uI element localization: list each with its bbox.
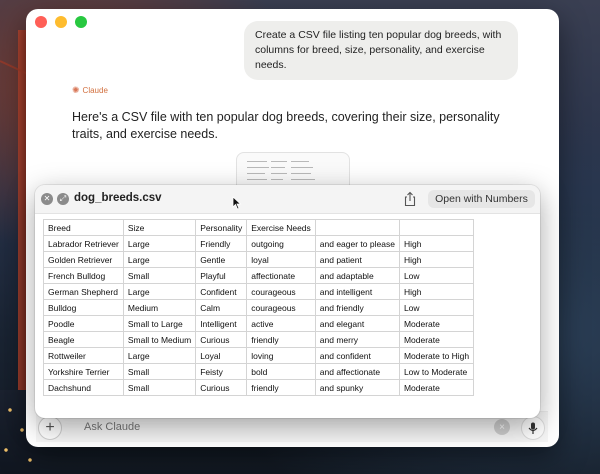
table-cell: courageous [246,283,316,300]
table-cell: Breed [43,219,124,236]
table-cell: Low [398,299,475,316]
table-cell: friendly [246,379,316,396]
table-cell: and elegant [314,315,400,332]
table-cell: French Bulldog [43,267,124,284]
table-cell: and friendly [314,299,400,316]
table-row: Poodle Small to Large Intelligent active and… [43,315,475,332]
table-cell: Dachshund [43,379,124,396]
window-controls [35,16,87,28]
table-cell: Large [122,347,197,364]
table-cell: Moderate [398,331,475,348]
table-cell: friendly [246,331,316,348]
table-cell: and confident [314,347,400,364]
table-cell: and adaptable [314,267,400,284]
table-row: Beagle Small to Medium Curious friendly and … [43,331,475,348]
table-cell: Feisty [195,363,248,380]
table-cell: Small [122,267,197,284]
table-cell: Moderate [398,315,475,332]
table-cell: Labrador Retriever [43,235,124,252]
table-cell: Friendly [195,235,248,252]
preview-filename: dog_breeds.csv [74,192,162,204]
table-cell: Intelligent [195,315,248,332]
table-cell: bold [246,363,316,380]
table-cell: Small [122,379,197,396]
table-cell: Large [122,283,197,300]
table-row: Rottweiler Large Loyal loving and confident M… [43,347,475,364]
table-cell: and affectionate [314,363,400,380]
table-cell: Playful [195,267,248,284]
table-cell: Small [122,363,197,380]
user-message: Create a CSV file listing ten popular do… [244,21,518,80]
close-window-button[interactable] [35,16,47,28]
claude-spark-icon: ✺ [72,85,80,95]
table-cell [398,219,475,236]
table-cell: loving [246,347,316,364]
table-cell: High [398,283,475,300]
table-cell: Large [122,251,197,268]
assistant-name: Claude [82,86,108,95]
table-cell: Beagle [43,331,124,348]
table-cell: Curious [195,379,248,396]
table-cell: Small to Large [122,315,197,332]
table-cell: Bulldog [43,299,124,316]
table-cell: Small to Medium [122,331,197,348]
preview-toolbar: ✕ ⤢ dog_breeds.csv Open with Numbers [35,185,540,214]
table-row: Golden Retriever Large Gentle loyal and pati… [43,251,475,268]
assistant-message: Here's a CSV file with ten popular dog b… [72,110,500,141]
table-cell: Rottweiler [43,347,124,364]
table-cell: and eager to please [314,235,400,252]
minimize-window-button[interactable] [55,16,67,28]
table-cell: Yorkshire Terrier [43,363,124,380]
assistant-header: ✺ Claude [72,85,108,96]
table-cell: Moderate to High [398,347,475,364]
table-cell: Loyal [195,347,248,364]
table-cell: Size [122,219,197,236]
table-cell: Golden Retriever [43,251,124,268]
share-icon[interactable] [403,191,417,207]
table-cell: Confident [195,283,248,300]
plus-icon[interactable]: + [38,416,62,440]
table-cell: and spunky [314,379,400,396]
table-cell: Curious [195,331,248,348]
table-cell: and patient [314,251,400,268]
table-row: French Bulldog Small Playful affectionate an… [43,267,475,284]
fullscreen-icon[interactable]: ⤢ [57,193,69,205]
table-row: Yorkshire Terrier Small Feisty bold and affe… [43,363,475,380]
quick-look-preview: ✕ ⤢ dog_breeds.csv Open with Numbers Bre… [35,185,540,418]
table-cell: Low to Moderate [398,363,475,380]
microphone-icon[interactable] [521,416,545,440]
table-row: Dachshund Small Curious friendly and spunky M… [43,379,475,396]
table-cell: German Shepherd [43,283,124,300]
table-cell: and merry [314,331,400,348]
table-cell: Moderate [398,379,475,396]
table-row: German Shepherd Large Confident courageous a… [43,283,475,300]
table-cell: Poodle [43,315,124,332]
table-cell: Gentle [195,251,248,268]
table-cell: Calm [195,299,248,316]
table-cell: loyal [246,251,316,268]
table-cell: outgoing [246,235,316,252]
table-row: Bulldog Medium Calm courageous and friendly L… [43,299,475,316]
table-cell: Exercise Needs [246,219,316,236]
table-cell: active [246,315,316,332]
table-header-row: Breed Size Personality Exercise Needs [43,219,475,236]
table-cell: Medium [122,299,197,316]
message-input[interactable] [72,415,492,439]
table-cell: affectionate [246,267,316,284]
open-with-numbers-button[interactable]: Open with Numbers [428,190,535,208]
table-cell: Low [398,267,475,284]
table-cell: High [398,251,475,268]
table-cell: courageous [246,299,316,316]
zoom-window-button[interactable] [75,16,87,28]
table-cell [314,219,400,236]
clear-icon[interactable]: × [494,419,510,435]
table-row: Labrador Retriever Large Friendly outgoing a… [43,235,475,252]
table-cell: Large [122,235,197,252]
close-icon[interactable]: ✕ [41,193,53,205]
table-cell: High [398,235,475,252]
table-cell: and intelligent [314,283,400,300]
table-cell: Personality [195,219,248,236]
csv-table: Breed Size Personality Exercise Needs Labrad… [43,219,475,396]
mouse-cursor-icon [232,196,242,210]
